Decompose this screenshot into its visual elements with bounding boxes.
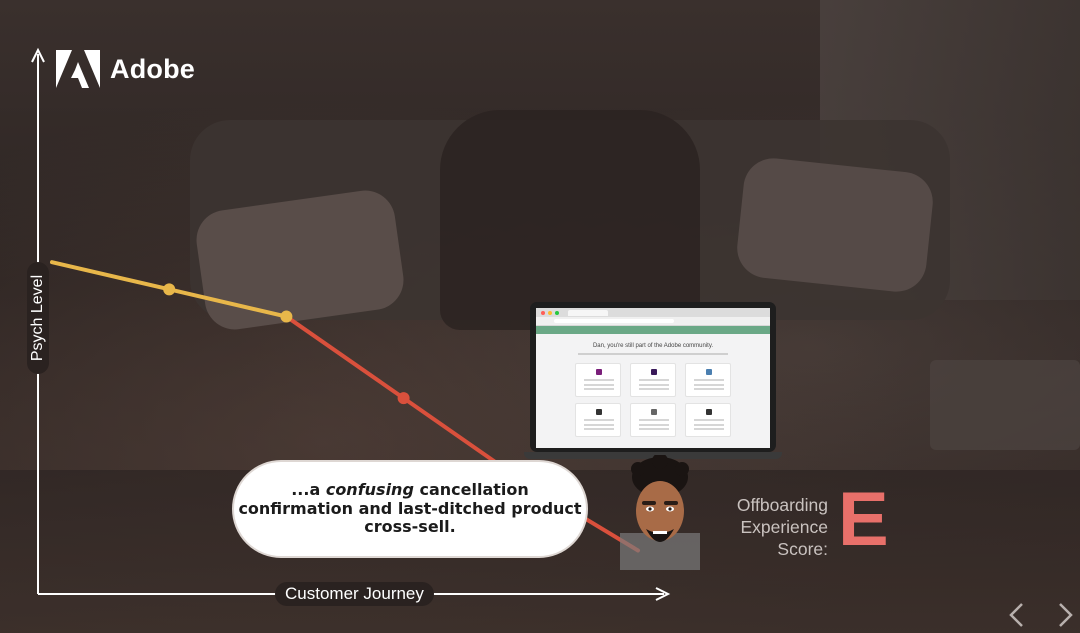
product-card: [630, 403, 676, 437]
product-card: [685, 363, 731, 397]
product-icon: [596, 369, 602, 375]
card-text-line: [584, 379, 614, 381]
card-text-line: [639, 388, 669, 390]
callout-emphasis: confusing: [325, 480, 414, 500]
card-text-line: [694, 428, 724, 430]
window-minimize-icon: [548, 310, 552, 315]
product-card-grid: [536, 363, 770, 437]
card-text-line: [584, 424, 614, 426]
callout-prefix: ...a: [291, 480, 326, 500]
product-icon: [596, 409, 602, 415]
page-subheading: [578, 353, 728, 355]
window-close-icon: [541, 310, 545, 315]
chevron-right-icon[interactable]: [1052, 600, 1078, 630]
card-text-line: [639, 424, 669, 426]
card-text-line: [639, 384, 669, 386]
data-point-3: [397, 392, 410, 405]
card-text-line: [694, 388, 724, 390]
card-text-line: [584, 388, 614, 390]
card-text-line: [639, 419, 669, 421]
card-text-line: [694, 419, 724, 421]
y-axis-label-pill: Psych Level: [27, 262, 49, 374]
page-heading: Dan, you're still part of the Adobe comm…: [592, 343, 714, 349]
product-icon: [651, 409, 657, 415]
confirmation-banner: [536, 326, 770, 334]
product-icon: [651, 369, 657, 375]
browser-address-bar: [536, 317, 770, 326]
card-text-line: [639, 379, 669, 381]
card-text-line: [584, 384, 614, 386]
callout-text: ...a confusing cancellation confirmation…: [234, 481, 586, 537]
product-icon: [706, 409, 712, 415]
score-value: E: [838, 477, 889, 562]
bitmoji-avatar: [620, 455, 700, 570]
browser-tab-strip: [536, 308, 770, 317]
product-card: [575, 403, 621, 437]
product-card: [685, 403, 731, 437]
data-point-1: [163, 283, 176, 296]
product-card: [575, 363, 621, 397]
card-text-line: [694, 379, 724, 381]
score-label: Offboarding Experience Score:: [736, 495, 828, 559]
card-text-line: [694, 384, 724, 386]
card-text-line: [639, 428, 669, 430]
product-card: [630, 363, 676, 397]
laptop-screen: Dan, you're still part of the Adobe comm…: [536, 308, 770, 448]
browser-tab: [568, 309, 608, 316]
product-icon: [706, 369, 712, 375]
speech-bubble: ...a confusing cancellation confirmation…: [232, 460, 588, 558]
browser-url-field: [554, 319, 674, 323]
card-text-line: [694, 424, 724, 426]
laptop-screenshot: Dan, you're still part of the Adobe comm…: [524, 302, 782, 460]
chevron-left-icon[interactable]: [1004, 600, 1030, 630]
data-point-2: [280, 310, 293, 323]
x-axis-label: Customer Journey: [275, 582, 434, 606]
y-axis-label: Psych Level: [29, 274, 46, 362]
card-text-line: [584, 419, 614, 421]
window-maximize-icon: [555, 310, 559, 315]
card-text-line: [584, 428, 614, 430]
slide: Adobe Psych Level Customer Journey Dan, …: [0, 0, 1080, 633]
